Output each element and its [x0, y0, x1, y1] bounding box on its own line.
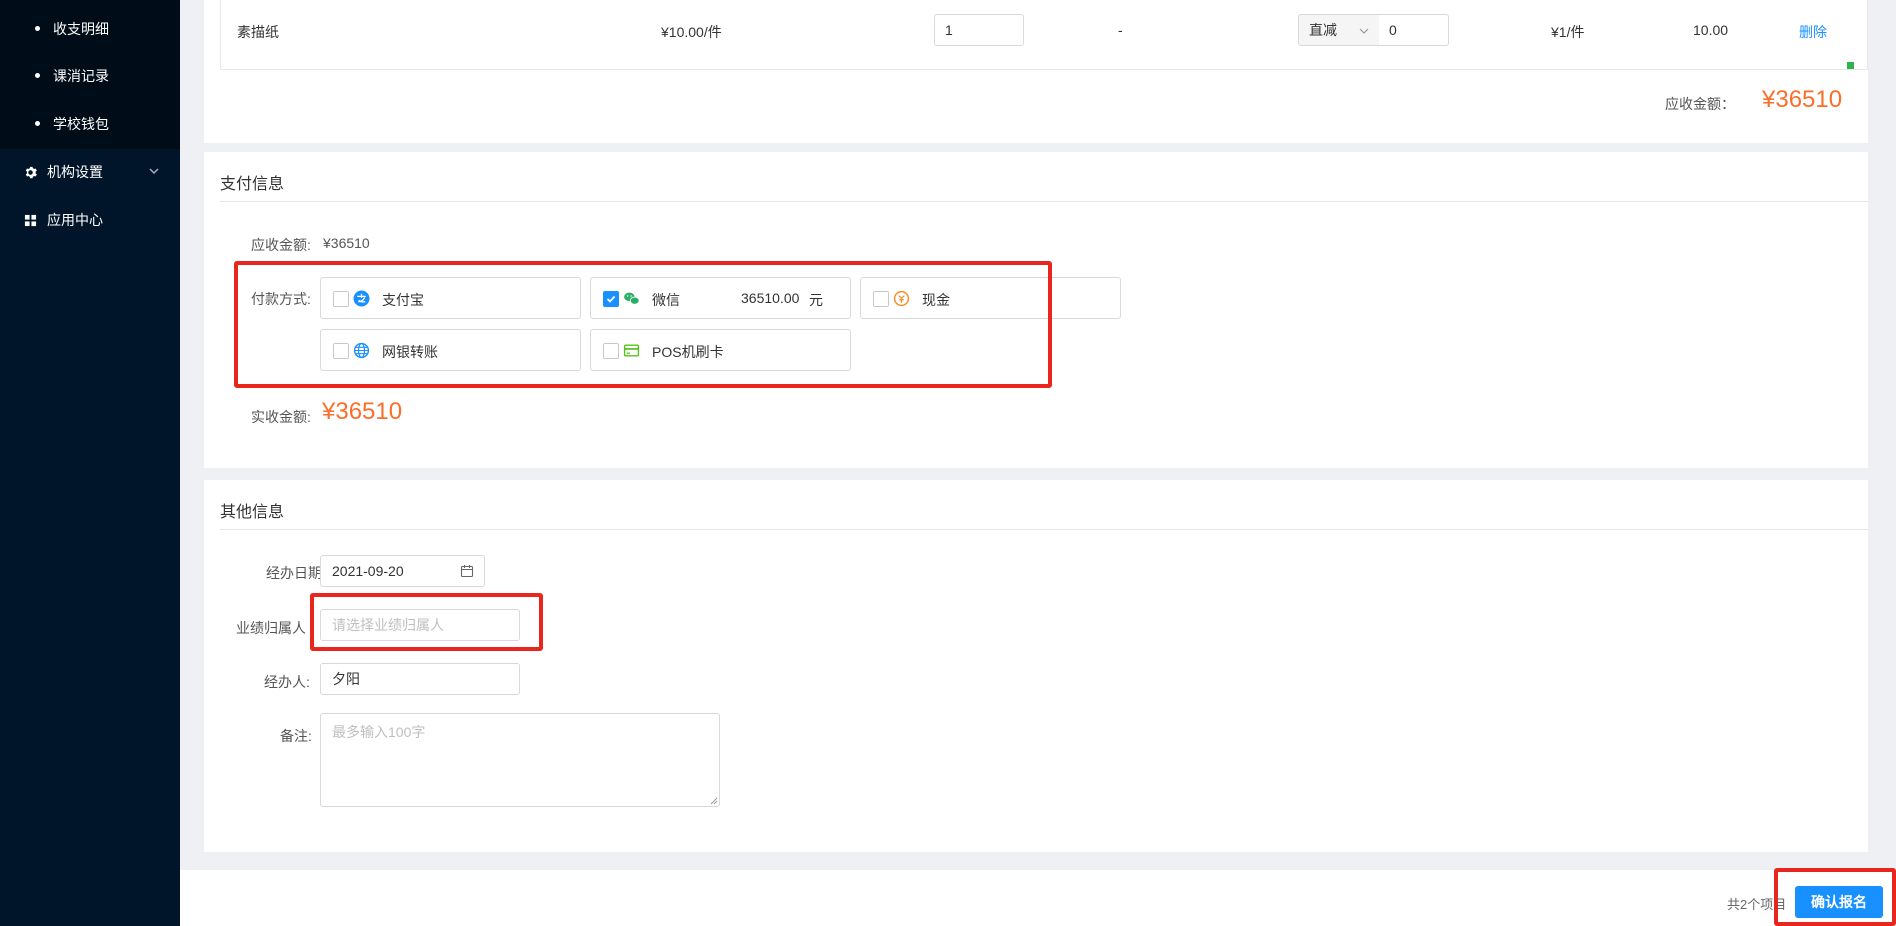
- sidebar-item-label: 课消记录: [53, 68, 109, 84]
- product-price: ¥10.00/件: [661, 24, 722, 40]
- bullet-icon: [35, 73, 40, 78]
- resize-handle[interactable]: [1847, 62, 1854, 69]
- sidebar-item-label: 收支明细: [53, 21, 109, 37]
- section-title: 支付信息: [220, 176, 285, 193]
- sidebar-item-label: 应用中心: [47, 212, 103, 228]
- grid-icon: [24, 214, 37, 226]
- delete-link[interactable]: 删除: [1799, 22, 1827, 42]
- resize-grip-icon[interactable]: [708, 795, 718, 805]
- date-value: 2021-09-20: [332, 563, 404, 579]
- divider: [220, 529, 1868, 530]
- sidebar-item-app-center[interactable]: 应用中心: [24, 209, 103, 231]
- sidebar: 收支明细 课消记录 学校钱包 机构设置 应用中心: [0, 0, 180, 926]
- receivable-value: ¥36510: [323, 235, 370, 251]
- product-name: 素描纸: [237, 24, 279, 40]
- highlight-box-performance-owner: [310, 593, 543, 651]
- sidebar-item-class-consumption[interactable]: 课消记录: [35, 66, 109, 86]
- subtotal: 10.00: [1693, 22, 1729, 38]
- empty-cell: -: [1118, 22, 1123, 38]
- chevron-down-icon[interactable]: [148, 165, 160, 177]
- note-label: 备注:: [280, 728, 312, 744]
- main-content: 素描纸 ¥10.00/件 1 - 直减 0 ¥1/件 10.00 删除 应收金额…: [180, 0, 1896, 926]
- receivable-label: 应收金额:: [251, 237, 311, 253]
- receivable-total-label: 应收金额：: [1665, 96, 1735, 112]
- actual-amount-label: 实收金额:: [251, 409, 311, 425]
- date-picker[interactable]: 2021-09-20: [320, 555, 485, 587]
- section-title: 其他信息: [220, 504, 285, 521]
- note-textarea[interactable]: 最多输入100字: [320, 713, 720, 807]
- discount-type-select[interactable]: 直减: [1298, 14, 1380, 46]
- gear-icon: [25, 166, 37, 178]
- highlight-box-confirm-button: [1774, 868, 1896, 926]
- product-table-card: 素描纸 ¥10.00/件 1 - 直减 0 ¥1/件 10.00 删除 应收金额…: [204, 0, 1868, 143]
- calendar-icon: [460, 565, 474, 578]
- footer-bar: 共2个项目 确认报名: [180, 870, 1896, 926]
- handler-label: 经办人:: [264, 674, 310, 690]
- receivable-total-value: ¥36510: [1762, 86, 1843, 113]
- bullet-icon: [35, 121, 40, 126]
- date-label: 经办日期:: [266, 565, 326, 581]
- sidebar-item-org-settings[interactable]: 机构设置: [24, 161, 103, 183]
- bullet-icon: [35, 26, 40, 31]
- quantity-input[interactable]: 1: [934, 14, 1024, 46]
- chevron-down-icon: [1359, 28, 1369, 34]
- discount-type-value: 直减: [1309, 22, 1337, 38]
- highlight-box-payment-methods: [234, 261, 1052, 388]
- sidebar-item-income-detail[interactable]: 收支明细: [35, 19, 109, 39]
- actual-amount-value: ¥36510: [322, 398, 403, 425]
- other-info-card: 其他信息 经办日期: 2021-09-20 业绩归属人 请选择业绩归属人 经办人…: [204, 480, 1868, 852]
- sidebar-item-label: 机构设置: [47, 164, 103, 180]
- discount-value-input[interactable]: 0: [1379, 14, 1449, 46]
- performance-owner-label: 业绩归属人: [236, 620, 306, 636]
- sidebar-item-school-wallet[interactable]: 学校钱包: [35, 114, 109, 134]
- table-row: 素描纸 ¥10.00/件 1 - 直减 0 ¥1/件 10.00 删除: [220, 0, 1868, 70]
- divider: [220, 201, 1868, 202]
- sidebar-item-label: 学校钱包: [53, 116, 109, 132]
- unit-price: ¥1/件: [1551, 24, 1585, 40]
- handler-input[interactable]: 夕阳: [320, 663, 520, 695]
